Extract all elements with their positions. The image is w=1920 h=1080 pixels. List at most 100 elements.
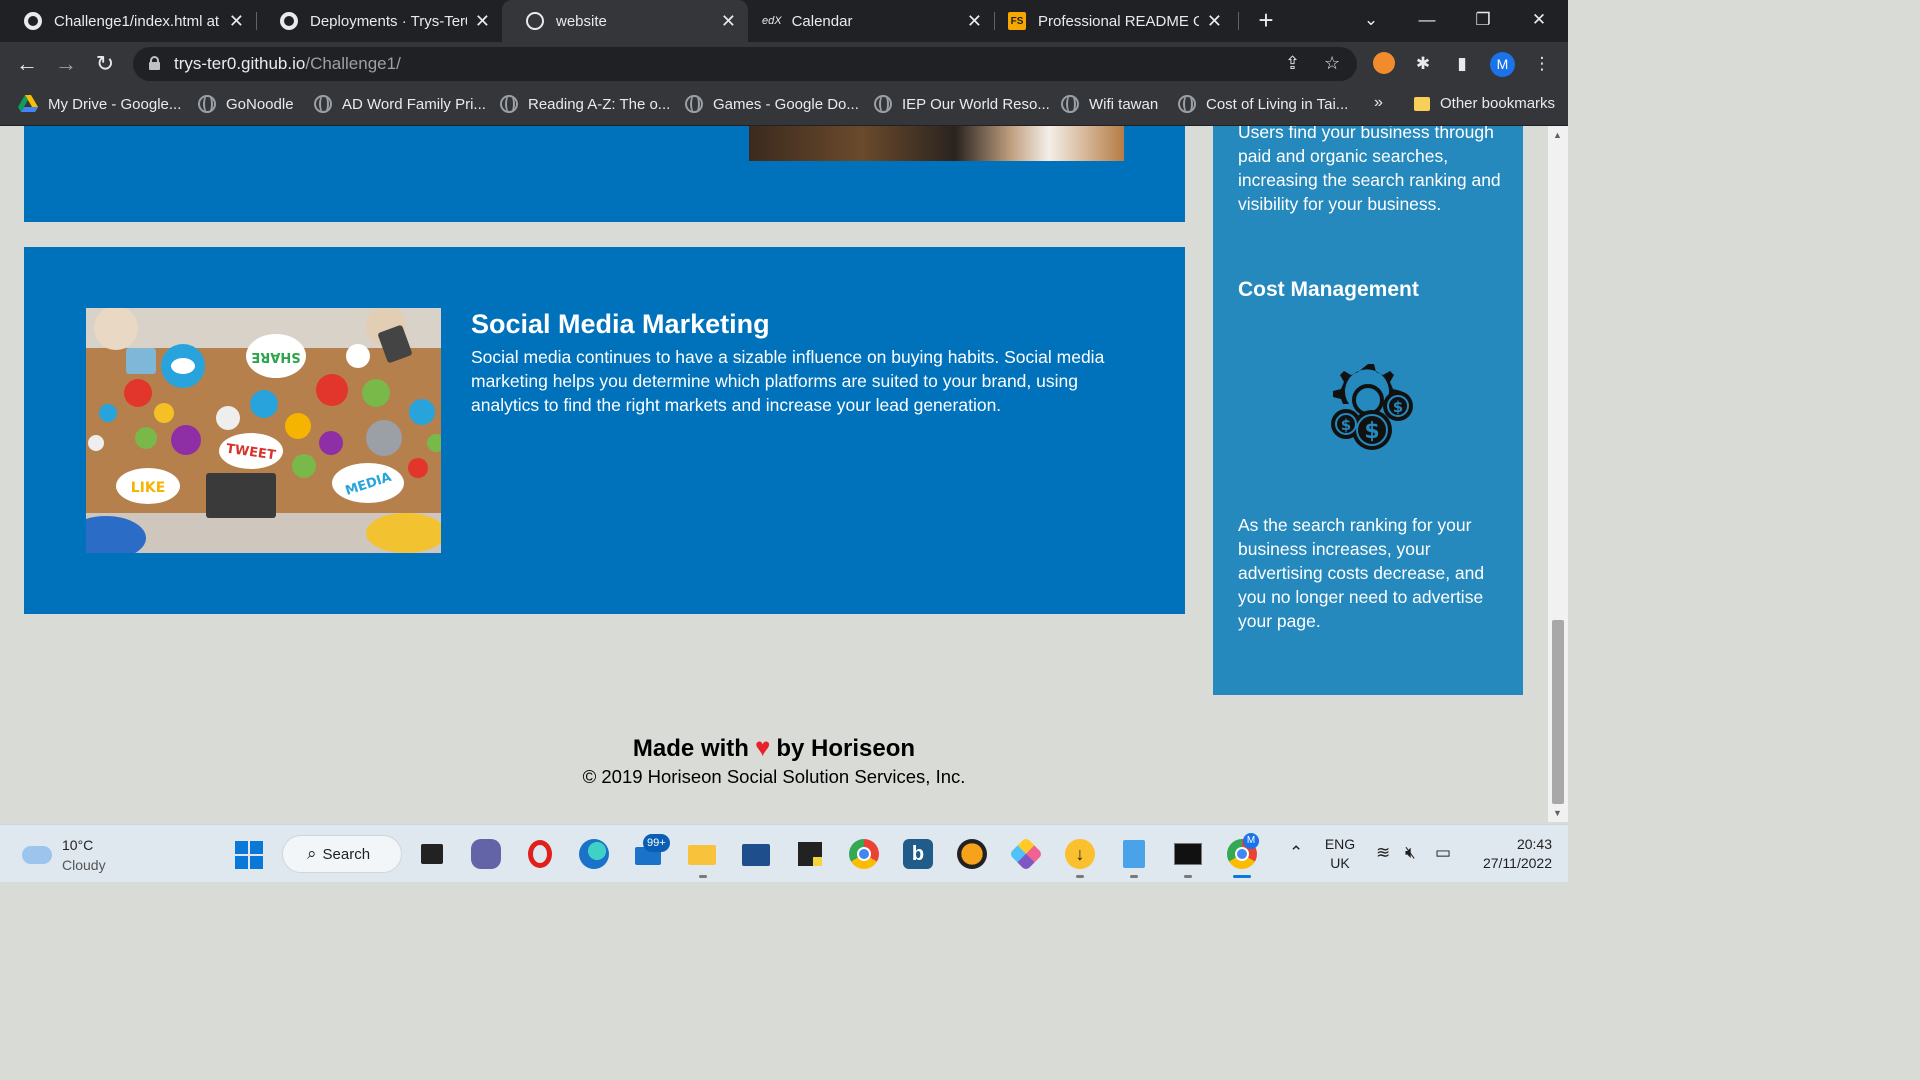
search-label: Search <box>322 845 371 863</box>
tab-calendar[interactable]: edX Calendar ✕ <box>748 0 994 42</box>
footer-copyright: © 2019 Horiseon Social Solution Services… <box>582 766 966 787</box>
tab-deployments[interactable]: Deployments · Trys-Ter0/C ✕ <box>256 0 502 42</box>
page-viewport: SHARE TWEET LIKE MEDIA Social Media Mark… <box>0 126 1548 822</box>
bookmark-label: IEP Our World Reso... <box>902 95 1050 113</box>
edge-icon[interactable] <box>579 839 609 869</box>
terminal-icon[interactable] <box>1173 839 1203 869</box>
page-scrollbar[interactable]: ▲ ▼ <box>1548 126 1568 822</box>
bookmark-label: Games - Google Do... <box>713 95 859 113</box>
scrollbar-thumb[interactable] <box>1552 620 1564 804</box>
scroll-up-icon[interactable]: ▲ <box>1553 130 1562 140</box>
share-icon[interactable]: ⇪ <box>1285 53 1300 74</box>
section-heading: Social Media Marketing <box>471 309 770 339</box>
pinwheel-app-icon[interactable] <box>1009 837 1043 871</box>
close-tab-icon[interactable]: ✕ <box>1207 11 1222 32</box>
close-tab-icon[interactable]: ✕ <box>967 11 982 32</box>
globe-icon <box>1061 95 1079 113</box>
minimize-icon[interactable]: — <box>1399 0 1455 42</box>
side-panel-icon[interactable]: ▮ <box>1450 52 1474 76</box>
bookmark-label: Other bookmarks <box>1440 95 1556 112</box>
notepad-icon[interactable] <box>1119 839 1149 869</box>
globe-icon <box>685 95 703 113</box>
new-tab-button[interactable]: + <box>1252 6 1280 34</box>
show-hidden-icons[interactable]: ⌃ <box>1289 843 1303 863</box>
reload-icon[interactable]: ↻ <box>91 50 119 78</box>
download-manager-icon[interactable]: ↓ <box>1065 839 1095 869</box>
section-paragraph: Social media continues to have a sizable… <box>471 347 1105 415</box>
close-tab-icon[interactable]: ✕ <box>721 11 736 32</box>
globe-icon <box>198 95 216 113</box>
svg-text:LIKE: LIKE <box>131 480 166 496</box>
bookmark-reading-az[interactable]: Reading A-Z: The o... <box>500 95 670 113</box>
edx-icon: edX <box>762 15 782 27</box>
windows-start-icon[interactable] <box>235 841 263 869</box>
tab-challenge1[interactable]: Challenge1/index.html at ✕ <box>0 0 256 42</box>
tab-search-icon[interactable]: ⌄ <box>1343 0 1399 42</box>
other-bookmarks[interactable]: Other bookmarks <box>1414 95 1555 112</box>
language-indicator[interactable]: ENG UK <box>1322 835 1358 873</box>
active-app-indicator <box>1233 875 1251 878</box>
menu-icon[interactable]: ⋮ <box>1530 52 1554 76</box>
chrome-profile-icon[interactable]: M <box>1227 833 1259 869</box>
bookmark-cost-of-living[interactable]: Cost of Living in Tai... <box>1178 95 1348 113</box>
benefit-paragraph: Users find your business through paid an… <box>1238 126 1501 214</box>
weather-widget[interactable]: 10°C Cloudy <box>22 835 106 875</box>
tab-title: Challenge1/index.html at <box>54 12 220 30</box>
svg-text:$: $ <box>1364 419 1379 444</box>
sticky-notes-icon[interactable] <box>795 839 825 869</box>
globe-icon <box>1178 95 1196 113</box>
social-media-illustration: SHARE TWEET LIKE MEDIA <box>86 308 441 553</box>
close-tab-icon[interactable]: ✕ <box>229 11 244 32</box>
restore-icon[interactable]: ❐ <box>1455 0 1511 42</box>
bing-b-icon[interactable]: b <box>903 839 933 869</box>
back-icon[interactable]: ← <box>13 50 41 78</box>
bookmark-games[interactable]: Games - Google Do... <box>685 95 859 113</box>
teams-chat-icon[interactable] <box>471 839 501 869</box>
task-view-icon[interactable] <box>418 839 448 869</box>
close-window-icon[interactable]: ✕ <box>1511 0 1567 42</box>
extension-icon[interactable] <box>1373 52 1395 74</box>
tab-title: Calendar <box>791 12 853 30</box>
bookmarks-overflow-icon[interactable]: » <box>1374 94 1383 112</box>
bookmark-label: My Drive - Google... <box>48 95 182 113</box>
address-bar[interactable]: trys-ter0.github.io/Challenge1/ ⇪ ☆ <box>133 47 1357 81</box>
google-drive-icon <box>18 95 38 112</box>
bookmark-ad-word-family[interactable]: AD Word Family Pri... <box>314 95 486 113</box>
video-editor-icon[interactable] <box>741 839 771 869</box>
battery-icon[interactable]: ▭ <box>1435 843 1451 863</box>
opera-icon[interactable] <box>525 839 555 869</box>
github-icon <box>280 12 298 30</box>
weather-condition: Cloudy <box>62 857 106 873</box>
footer-by: by Horiseon <box>776 735 916 762</box>
search-icon: ⌕ <box>307 844 317 863</box>
tab-website[interactable]: website ✕ <box>502 0 748 42</box>
chrome-icon[interactable] <box>849 839 879 869</box>
wifi-icon[interactable]: ≋ <box>1376 843 1390 863</box>
speaker-muted-icon[interactable]: 🔇︎ <box>1405 843 1416 863</box>
bookmark-label: Wifi tawan <box>1089 95 1159 113</box>
profile-avatar[interactable]: M <box>1490 52 1515 77</box>
scroll-down-icon[interactable]: ▼ <box>1553 808 1562 818</box>
fs-icon: FS <box>1008 12 1026 30</box>
weather-temperature: 10°C <box>62 837 94 853</box>
folder-icon <box>1414 96 1430 111</box>
taskbar-search[interactable]: ⌕ Search <box>282 835 402 873</box>
bookmark-gonoodle[interactable]: GoNoodle <box>198 95 294 113</box>
forward-icon[interactable]: → <box>52 50 80 78</box>
file-explorer-icon[interactable] <box>687 839 717 869</box>
tab-readme-guide[interactable]: FS Professional README Gui ✕ <box>994 0 1234 42</box>
benefit-heading: Cost Management <box>1238 278 1419 301</box>
benefits-sidebar: Users find your business through paid an… <box>1213 126 1523 695</box>
cost-management-icon: $ $ $ <box>1331 364 1413 450</box>
bookmark-my-drive[interactable]: My Drive - Google... <box>18 95 181 113</box>
fl-studio-icon[interactable] <box>957 839 987 869</box>
cloud-icon <box>22 846 52 864</box>
bookmark-wifi[interactable]: Wifi tawan <box>1061 95 1158 113</box>
bookmark-star-icon[interactable]: ☆ <box>1324 53 1340 74</box>
lock-icon <box>149 56 160 70</box>
close-tab-icon[interactable]: ✕ <box>475 11 490 32</box>
clock[interactable]: 20:43 27/11/2022 <box>1466 835 1552 873</box>
bookmark-iep[interactable]: IEP Our World Reso... <box>874 95 1050 113</box>
bookmarks-bar: My Drive - Google... GoNoodle AD Word Fa… <box>0 86 1568 126</box>
extensions-puzzle-icon[interactable]: ✱ <box>1411 52 1435 76</box>
